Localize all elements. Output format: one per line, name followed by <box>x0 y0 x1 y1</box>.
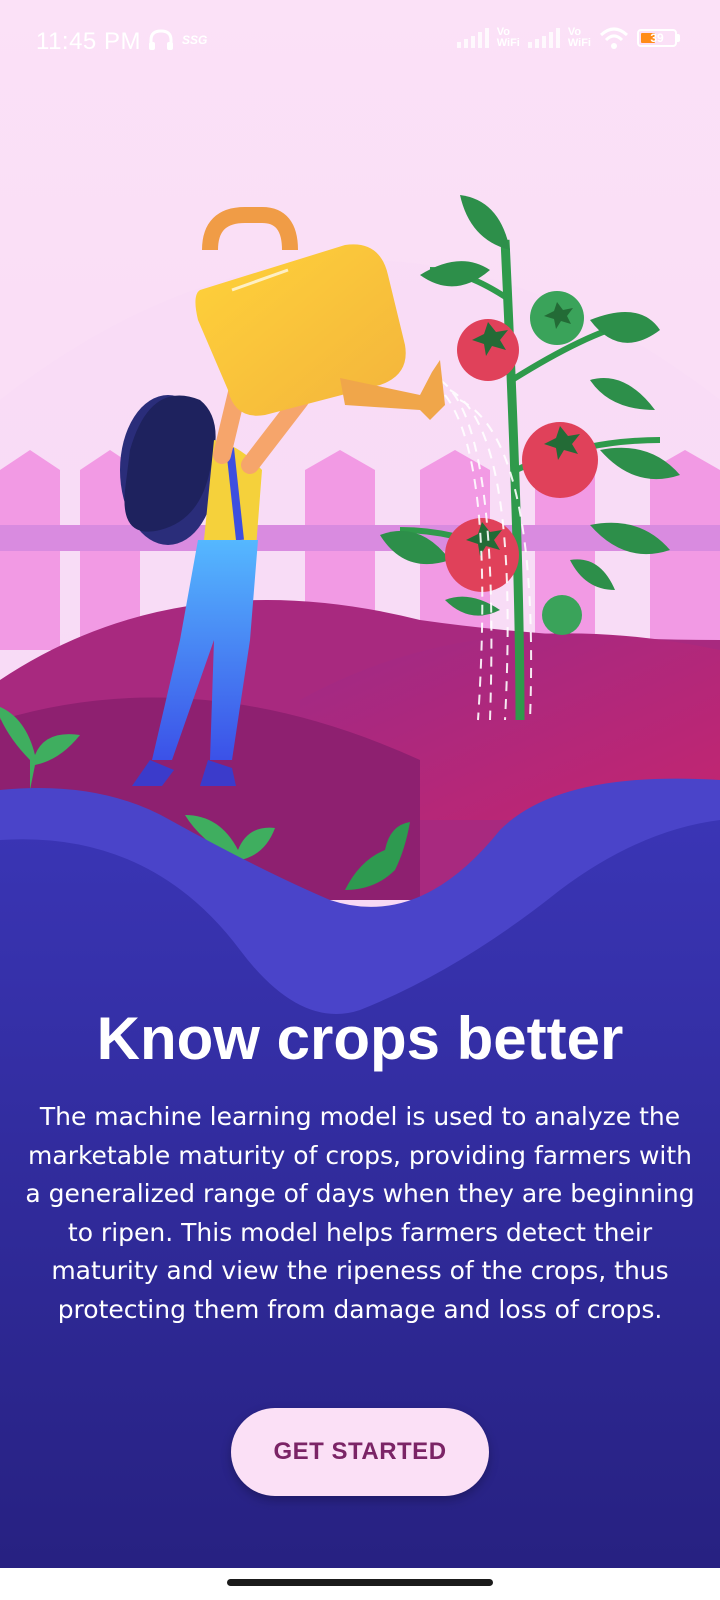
battery-tip <box>677 34 680 42</box>
onboarding-title: Know crops better <box>96 1005 624 1072</box>
status-right-icons: Vo WiFi Vo WiFi 39 <box>456 26 680 50</box>
vowifi-label-2: Vo WiFi <box>568 27 591 49</box>
vowifi-2-bottom: WiFi <box>567 37 591 49</box>
status-left-icons: SSG <box>148 28 207 52</box>
status-bar: 11:45 PM SSG Vo WiFi Vo WiFi 39 <box>0 0 720 88</box>
battery-body: 39 <box>637 29 677 47</box>
wifi-icon <box>599 27 629 49</box>
vowifi-1-bottom: WiFi <box>496 37 520 49</box>
network-speed-label: SSG <box>182 33 208 47</box>
signal-icon <box>527 28 560 48</box>
onboarding-illustration <box>0 0 720 1600</box>
headphones-icon <box>149 29 173 50</box>
battery-level: 39 <box>650 31 664 45</box>
navigation-bar <box>0 1568 720 1600</box>
home-indicator[interactable] <box>227 1579 493 1586</box>
signal-icon <box>456 28 489 48</box>
battery-icon: 39 <box>637 29 680 47</box>
status-time: 11:45 PM <box>36 28 141 55</box>
onboarding-description: The machine learning model is used to an… <box>25 1102 695 1324</box>
vowifi-label-1: Vo WiFi <box>497 27 520 49</box>
get-started-button[interactable]: GET STARTED <box>231 1408 489 1496</box>
